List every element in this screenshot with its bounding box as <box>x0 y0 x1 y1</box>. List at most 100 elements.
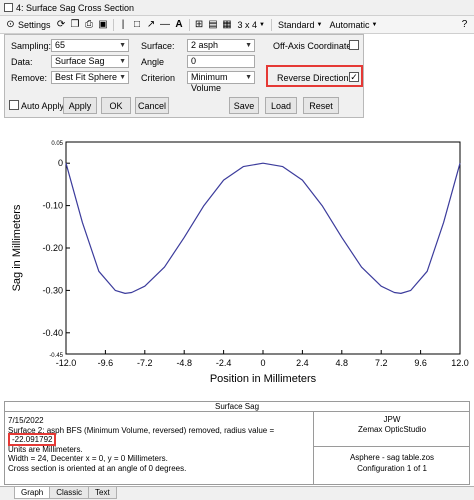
line-icon[interactable]: — <box>160 19 171 30</box>
chevron-down-icon: ▼ <box>371 21 378 28</box>
toolbar-separator <box>188 18 190 31</box>
info-config: Configuration 1 of 1 <box>357 464 427 473</box>
collapse-icon: ⊙ <box>6 18 15 30</box>
x-tick-label: 7.2 <box>375 358 388 368</box>
grid-layout-dropdown[interactable]: 3 x 4 ▼ <box>236 17 267 32</box>
chevron-down-icon: ▼ <box>119 42 126 49</box>
window-icon <box>4 3 13 12</box>
cancel-button[interactable]: Cancel <box>135 97 169 114</box>
y-tick-label: -0.20 <box>42 243 63 253</box>
load-button[interactable]: Load <box>265 97 297 114</box>
tab-graph[interactable]: Graph <box>14 487 51 499</box>
data-value: Surface Sag <box>55 56 105 66</box>
info-divider <box>314 446 470 447</box>
y-tick-label: -0.30 <box>42 285 63 295</box>
x-tick-label: -4.8 <box>176 358 192 368</box>
sag-chart: 0.05 0 -0.10 -0.20 -0.30 -0.40 -0.45 -12.0 -9.6-… <box>0 128 474 390</box>
info-units: Units are Millimeters. <box>8 444 83 454</box>
window-titlebar: 4: Surface Sag Cross Section <box>0 0 474 16</box>
toolbar: ⊙ Settings ⟳ ❐ ⎙ ▣ | □ ↗ — A ⊞ ▤ ▦ 3 x 4… <box>0 16 474 34</box>
info-author: JPW <box>383 415 401 424</box>
layout-icon[interactable]: ⊞ <box>194 19 205 30</box>
reverse-direction-checkbox[interactable]: ✓ <box>349 72 359 82</box>
standard-dropdown[interactable]: Standard ▼ <box>276 17 324 32</box>
y-tick-label: -0.40 <box>42 328 63 338</box>
x-tick-label: 4.8 <box>336 358 349 368</box>
text-cursor-icon[interactable]: | <box>118 19 129 30</box>
chevron-down-icon: ▼ <box>119 58 126 65</box>
text-icon[interactable]: A <box>174 19 185 30</box>
sampling-label: Sampling: <box>11 41 52 51</box>
tab-text[interactable]: Text <box>88 487 117 499</box>
auto-apply-label: Auto Apply <box>21 101 65 111</box>
print-icon[interactable]: ⎙ <box>84 19 95 30</box>
x-tick-label: 12.0 <box>451 358 469 368</box>
x-tick-label: 2.4 <box>296 358 309 368</box>
sampling-value: 65 <box>55 40 66 50</box>
data-select[interactable]: Surface Sag ▼ <box>51 55 129 68</box>
ok-button[interactable]: OK <box>101 97 131 114</box>
lock-icon[interactable]: ▤ <box>208 19 219 30</box>
chevron-down-icon: ▼ <box>316 21 323 28</box>
surface-value: 2 asph <box>191 40 219 50</box>
remove-select[interactable]: Best Fit Sphere ▼ <box>51 71 129 84</box>
sag-series-line <box>65 162 461 294</box>
x-tick-label: -12.0 <box>56 358 77 368</box>
criterion-value: Minimum Volume <box>191 72 228 93</box>
help-icon[interactable]: ? <box>459 19 470 30</box>
window-title: 4: Surface Sag Cross Section <box>16 2 135 13</box>
view-tabs: Graph Classic Text <box>0 486 474 500</box>
settings-label: Settings <box>18 19 51 30</box>
settings-toggle-button[interactable]: ⊙ Settings <box>3 17 53 32</box>
info-date: 7/15/2022 <box>8 416 44 425</box>
apply-button[interactable]: Apply <box>63 97 97 114</box>
chevron-down-icon: ▼ <box>245 42 252 49</box>
reset-button[interactable]: Reset <box>303 97 339 114</box>
tab-classic[interactable]: Classic <box>49 487 90 499</box>
rectangle-icon[interactable]: □ <box>132 19 143 30</box>
y-tick-label: -0.10 <box>42 201 63 211</box>
auto-apply-checkbox[interactable] <box>9 100 19 110</box>
y-axis-label: Sag in Millimeters <box>11 204 23 291</box>
toolbar-separator <box>271 18 272 31</box>
remove-value: Best Fit Sphere <box>55 72 118 82</box>
surface-select[interactable]: 2 asph ▼ <box>187 39 255 52</box>
toolbar-separator <box>112 18 114 31</box>
save-button[interactable]: Save <box>229 97 259 114</box>
grid-layout-label: 3 x 4 <box>237 19 258 30</box>
settings-panel: Sampling: 65 ▼ Data: Surface Sag ▼ Remove:… <box>4 34 364 118</box>
surface-label: Surface: <box>141 41 175 51</box>
refresh-icon[interactable]: ⟳ <box>56 19 67 30</box>
angle-input[interactable]: 0 <box>187 55 255 68</box>
x-tick-label: -9.6 <box>98 358 114 368</box>
criterion-select[interactable]: Minimum Volume ▼ <box>187 71 255 93</box>
plot-frame <box>65 141 461 355</box>
info-panel: Surface Sag 7/15/2022 Surface 2: asph BF… <box>4 401 470 485</box>
arrow-icon[interactable]: ↗ <box>146 19 157 30</box>
chevron-down-icon: ▼ <box>245 74 252 81</box>
off-axis-checkbox[interactable] <box>349 40 359 50</box>
x-tick-label: -2.4 <box>216 358 232 368</box>
copy-icon[interactable]: ❐ <box>70 19 81 30</box>
data-label: Data: <box>11 57 33 67</box>
automatic-dropdown[interactable]: Automatic ▼ <box>327 17 379 32</box>
angle-label: Angle <box>141 57 165 67</box>
window-layout-icon[interactable]: ▦ <box>222 19 233 30</box>
sampling-select[interactable]: 65 ▼ <box>51 39 129 52</box>
remove-label: Remove: <box>11 73 48 83</box>
reverse-direction-label: Reverse Direction <box>277 73 349 83</box>
chevron-down-icon: ▼ <box>259 21 265 28</box>
info-file: Asphere - sag table.zos <box>349 453 435 462</box>
standard-label: Standard <box>278 19 315 30</box>
angle-value: 0 <box>191 56 197 66</box>
x-axis-label: Position in Millimeters <box>210 373 317 385</box>
save-icon[interactable]: ▣ <box>98 19 109 30</box>
x-tick-label: 0 <box>260 358 265 368</box>
x-tick-label: -7.2 <box>137 358 153 368</box>
automatic-label: Automatic <box>329 19 370 30</box>
info-software: Zemax OpticStudio <box>357 425 427 434</box>
chevron-down-icon: ▼ <box>119 74 126 81</box>
info-width: Width = 24, Decenter x = 0, y = 0 Millim… <box>8 454 168 463</box>
x-tick-label: 9.6 <box>414 358 427 368</box>
info-text: 7/15/2022 Surface 2: asph BFS (Minimum V… <box>8 416 313 473</box>
